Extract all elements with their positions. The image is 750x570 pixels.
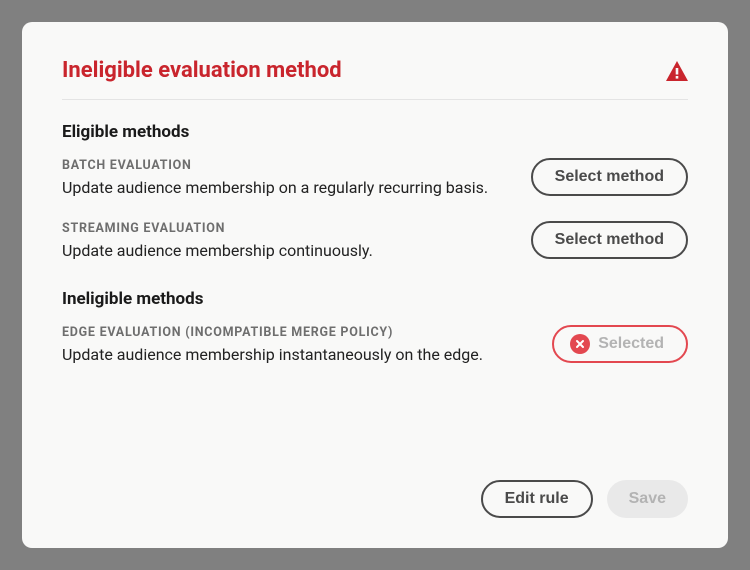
select-method-button-streaming[interactable]: Select method bbox=[531, 221, 688, 259]
method-row-batch: BATCH EVALUATION Update audience members… bbox=[62, 158, 688, 199]
method-description: Update audience membership instantaneous… bbox=[62, 344, 492, 366]
method-text: BATCH EVALUATION Update audience members… bbox=[62, 158, 492, 199]
evaluation-method-dialog: Ineligible evaluation method Eligible me… bbox=[22, 22, 728, 548]
edit-rule-button[interactable]: Edit rule bbox=[481, 480, 593, 518]
method-description: Update audience membership continuously. bbox=[62, 240, 492, 262]
ineligible-methods-heading: Ineligible methods bbox=[62, 289, 688, 309]
method-row-edge: EDGE EVALUATION (INCOMPATIBLE MERGE POLI… bbox=[62, 325, 688, 366]
selected-label: Selected bbox=[598, 335, 664, 353]
eligible-methods-heading: Eligible methods bbox=[62, 122, 688, 142]
dialog-header: Ineligible evaluation method bbox=[62, 58, 688, 100]
method-label: EDGE EVALUATION (INCOMPATIBLE MERGE POLI… bbox=[62, 325, 492, 340]
method-label: STREAMING EVALUATION bbox=[62, 221, 492, 236]
error-icon bbox=[570, 334, 590, 354]
method-label: BATCH EVALUATION bbox=[62, 158, 492, 173]
selected-method-button-edge[interactable]: Selected bbox=[552, 325, 688, 363]
method-text: EDGE EVALUATION (INCOMPATIBLE MERGE POLI… bbox=[62, 325, 492, 366]
save-button: Save bbox=[607, 480, 688, 518]
method-text: STREAMING EVALUATION Update audience mem… bbox=[62, 221, 492, 262]
dialog-footer: Edit rule Save bbox=[62, 460, 688, 518]
method-description: Update audience membership on a regularl… bbox=[62, 177, 492, 199]
dialog-title: Ineligible evaluation method bbox=[62, 58, 342, 83]
method-row-streaming: STREAMING EVALUATION Update audience mem… bbox=[62, 221, 688, 262]
warning-icon bbox=[666, 61, 688, 81]
select-method-button-batch[interactable]: Select method bbox=[531, 158, 688, 196]
